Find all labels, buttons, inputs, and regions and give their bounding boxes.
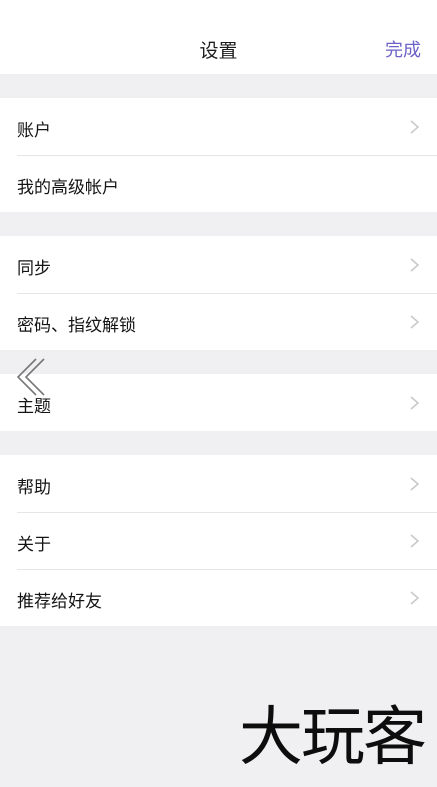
chevron-right-icon <box>410 120 419 134</box>
settings-item-label: 账户 <box>17 121 51 141</box>
settings-group-account: 账户 我的高级帐户 <box>0 98 437 212</box>
chevron-right-icon <box>410 258 419 272</box>
done-button[interactable]: 完成 <box>385 36 421 62</box>
chevron-right-icon <box>410 591 419 605</box>
chevron-right-icon <box>410 477 419 491</box>
chevron-right-icon <box>410 315 419 329</box>
settings-item-label: 密码、指纹解锁 <box>17 316 136 336</box>
page-title: 设置 <box>199 40 238 62</box>
settings-item-about[interactable]: 关于 <box>0 512 437 569</box>
settings-screen: 设置 完成 账户 我的高级帐户 同步 密码、指纹解锁 主题 帮助 关于 推荐给好… <box>0 0 437 787</box>
settings-item-label: 关于 <box>17 535 51 555</box>
settings-item-sync[interactable]: 同步 <box>0 236 437 293</box>
settings-item-account[interactable]: 账户 <box>0 98 437 155</box>
settings-group-sync: 同步 密码、指纹解锁 <box>0 236 437 350</box>
settings-item-label: 我的高级帐户 <box>17 178 119 198</box>
settings-item-label: 帮助 <box>17 478 51 498</box>
watermark-logo: 大玩客 <box>239 701 427 775</box>
settings-item-recommend[interactable]: 推荐给好友 <box>0 569 437 626</box>
settings-item-premium-account[interactable]: 我的高级帐户 <box>0 155 437 212</box>
navigation-bar: 设置 完成 <box>0 0 437 74</box>
settings-item-theme[interactable]: 主题 <box>0 374 437 431</box>
settings-item-passcode[interactable]: 密码、指纹解锁 <box>0 293 437 350</box>
settings-group-theme: 主题 <box>0 374 437 431</box>
back-gesture-icon[interactable] <box>14 357 48 397</box>
settings-group-help: 帮助 关于 推荐给好友 <box>0 455 437 626</box>
chevron-right-icon <box>410 534 419 548</box>
settings-item-help[interactable]: 帮助 <box>0 455 437 512</box>
settings-item-label: 同步 <box>17 259 51 279</box>
chevron-right-icon <box>410 396 419 410</box>
settings-item-label: 推荐给好友 <box>17 592 102 612</box>
